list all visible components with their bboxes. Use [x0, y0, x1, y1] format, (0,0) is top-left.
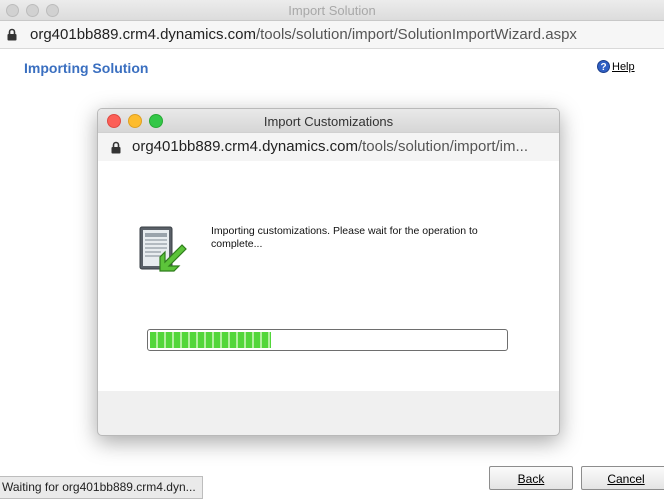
back-button[interactable]: Back [489, 466, 573, 490]
dialog-url-path: /tools/solution/import/im... [357, 138, 529, 155]
dialog-url-host: org401bb889.crm4.dynamics.com [132, 138, 358, 155]
window-title: Import Solution [288, 3, 376, 18]
help-link[interactable]: ? Help [597, 60, 635, 73]
page-title: Importing Solution [24, 60, 149, 76]
window-titlebar: Import Solution [0, 0, 664, 21]
cancel-button[interactable]: Cancel [581, 466, 664, 490]
dialog-titlebar: Import Customizations [98, 109, 559, 132]
cancel-button-label: Cancel [607, 472, 645, 486]
dialog-address-bar[interactable]: org401bb889.crm4.dynamics.com/tools/solu… [98, 132, 559, 162]
url-path: /tools/solution/import/SolutionImportWiz… [255, 26, 577, 43]
dialog-address-url: org401bb889.crm4.dynamics.com/tools/solu… [132, 138, 528, 155]
import-customizations-dialog: Import Customizations org401bb889.crm4.d… [97, 108, 560, 436]
help-label: Help [612, 60, 635, 73]
import-status-message: Importing customizations. Please wait fo… [211, 225, 478, 250]
lock-icon [111, 141, 121, 154]
import-customizations-icon [139, 226, 187, 272]
progress-fill [150, 332, 271, 348]
help-icon: ? [597, 60, 610, 73]
status-bar: Waiting for org401bb889.crm4.dyn... [0, 476, 203, 499]
address-bar[interactable]: org401bb889.crm4.dynamics.com/tools/solu… [0, 21, 664, 49]
dialog-content: Importing customizations. Please wait fo… [98, 161, 559, 391]
lock-icon [7, 28, 17, 41]
import-progress-bar [147, 329, 508, 351]
dialog-title: Import Customizations [263, 114, 394, 129]
back-button-label: Back [517, 472, 545, 486]
address-url: org401bb889.crm4.dynamics.com/tools/solu… [30, 26, 577, 43]
url-host: org401bb889.crm4.dynamics.com [30, 26, 256, 43]
